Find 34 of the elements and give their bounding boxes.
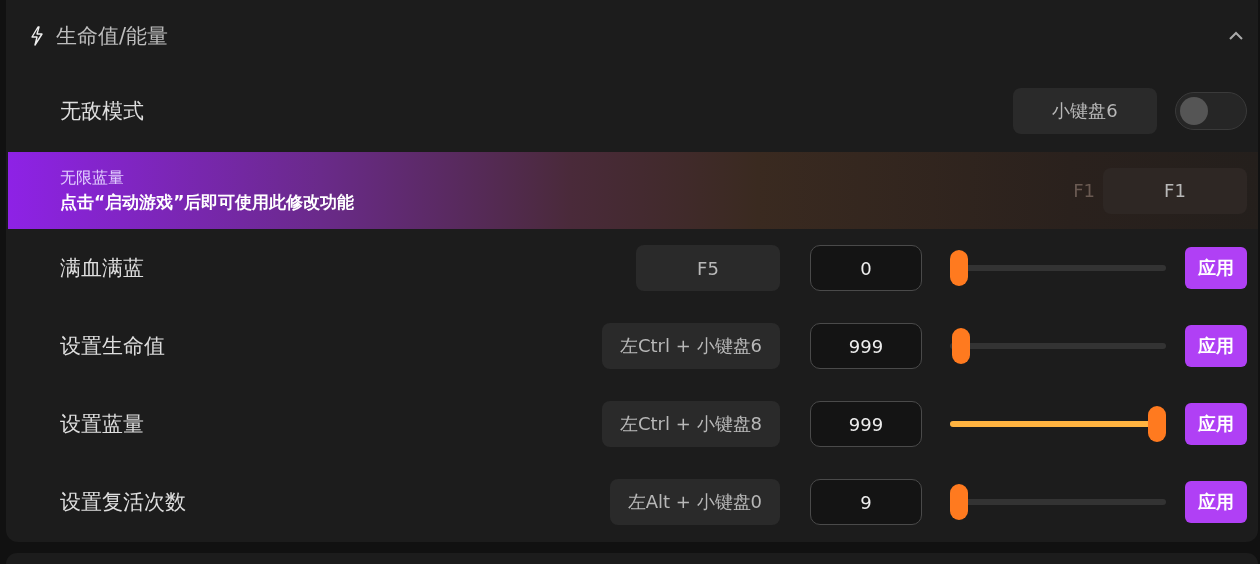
hotkey-button[interactable]: 小键盘6 — [1013, 88, 1157, 134]
slider[interactable] — [950, 328, 1166, 364]
hotkey-button[interactable]: 左Ctrl + 小键盘8 — [602, 401, 780, 447]
row-label: 满血满蓝 — [60, 255, 145, 282]
row-label: 设置蓝量 — [60, 411, 145, 438]
value-field[interactable]: 999 — [810, 323, 922, 369]
slider-thumb[interactable] — [950, 250, 968, 286]
slider-thumb[interactable] — [950, 484, 968, 520]
chevron-up-icon[interactable] — [1228, 31, 1244, 41]
apply-button[interactable]: 应用 — [1185, 481, 1247, 523]
apply-button[interactable]: 应用 — [1185, 403, 1247, 445]
hotkey-button[interactable]: 左Ctrl + 小键盘6 — [602, 323, 780, 369]
lightning-icon — [30, 26, 44, 46]
hotkey-button[interactable]: 左Alt + 小键盘0 — [609, 479, 780, 525]
slider[interactable] — [950, 250, 1166, 286]
slider-thumb[interactable] — [951, 328, 970, 364]
row-label: 设置复活次数 — [60, 489, 187, 516]
notice-text: 点击“启动游戏”后即可使用此修改功能 — [60, 190, 356, 214]
hotkey-button[interactable]: F5 — [636, 245, 780, 291]
slider-thumb[interactable] — [1148, 406, 1166, 442]
section-title: 生命值/能量 — [56, 23, 170, 50]
value-field[interactable]: 999 — [810, 401, 922, 447]
faded-hotkey: F1 — [1073, 180, 1095, 201]
hotkey-button[interactable]: F1 — [1103, 167, 1247, 214]
slider[interactable] — [950, 484, 1166, 520]
toggle-switch[interactable] — [1175, 92, 1247, 130]
apply-button[interactable]: 应用 — [1185, 325, 1247, 367]
apply-button[interactable]: 应用 — [1185, 247, 1247, 289]
value-field[interactable]: 9 — [810, 479, 922, 525]
row-label: 无限蓝量 — [60, 167, 125, 189]
row-label: 设置生命值 — [60, 333, 166, 360]
value-field[interactable]: 0 — [810, 245, 922, 291]
slider[interactable] — [950, 406, 1166, 442]
row-label: 无敌模式 — [60, 98, 145, 125]
